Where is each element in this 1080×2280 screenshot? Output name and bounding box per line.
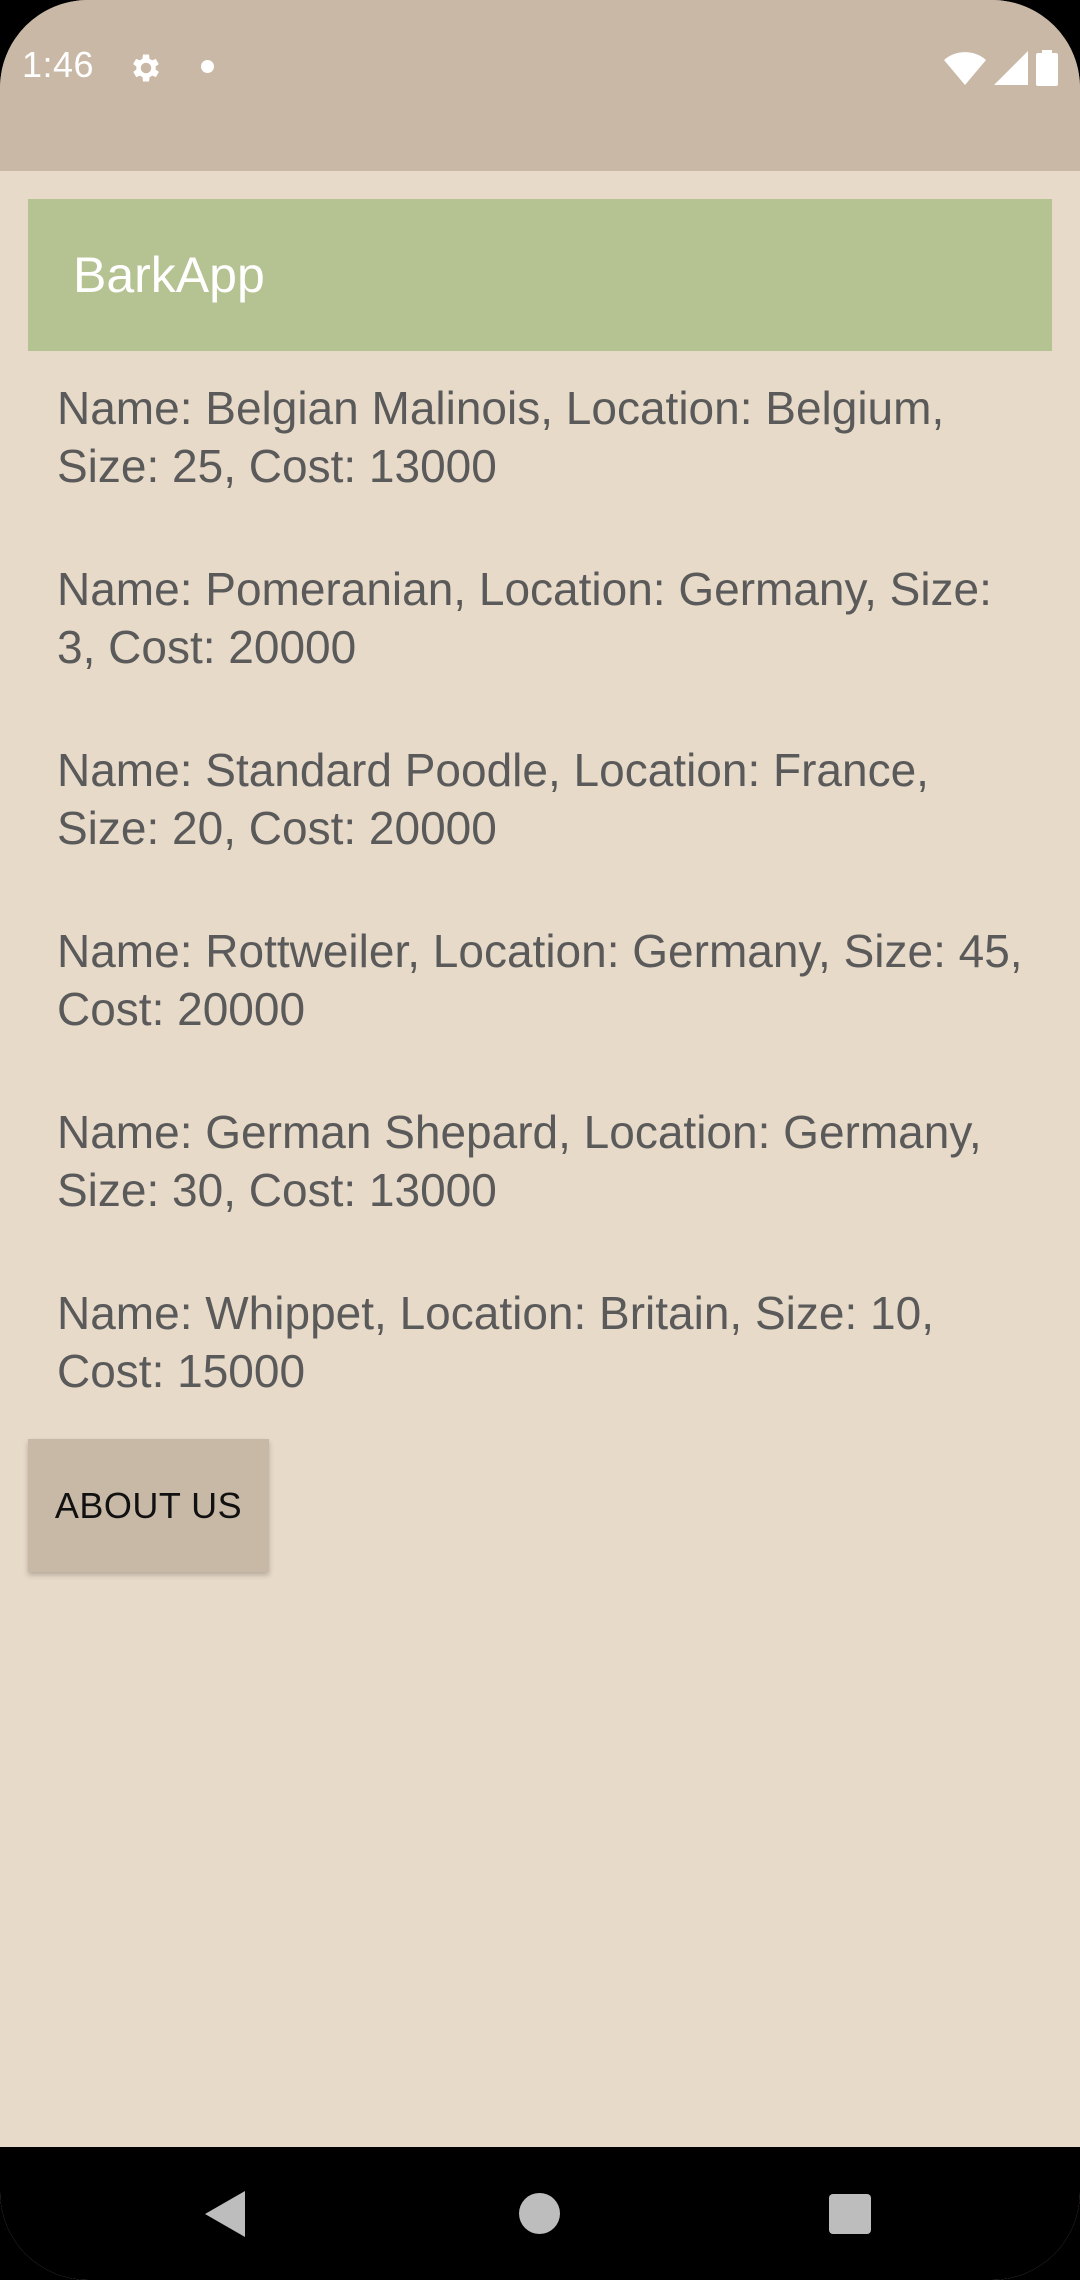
list-item: Name: German Shepard, Location: Germany,… bbox=[57, 1106, 982, 1216]
navigation-bar bbox=[0, 2147, 1080, 2280]
signal-icon bbox=[994, 51, 1028, 85]
app-title: BarkApp bbox=[73, 247, 265, 303]
status-time: 1:46 bbox=[22, 44, 95, 85]
back-icon[interactable] bbox=[205, 2191, 245, 2237]
status-icons bbox=[944, 48, 1058, 88]
app-bar: BarkApp bbox=[28, 199, 1052, 351]
list-item: Name: Standard Poodle, Location: France,… bbox=[57, 744, 929, 854]
home-icon[interactable] bbox=[519, 2193, 560, 2234]
list-item: Name: Whippet, Location: Britain, Size: … bbox=[57, 1287, 934, 1397]
dot-icon bbox=[201, 60, 214, 73]
list-item: Name: Rottweiler, Location: Germany, Siz… bbox=[57, 925, 1023, 1035]
recents-icon[interactable] bbox=[829, 2194, 871, 2234]
about-us-button[interactable]: ABOUT US bbox=[28, 1439, 269, 1572]
gear-icon bbox=[133, 54, 159, 82]
wifi-icon bbox=[944, 52, 986, 85]
list-item: Name: Belgian Malinois, Location: Belgiu… bbox=[57, 382, 945, 492]
battery-icon bbox=[1036, 50, 1058, 86]
list-item: Name: Pomeranian, Location: Germany, Siz… bbox=[57, 563, 992, 673]
phone-screen: 1:46 BarkApp Name: Belgian Malinois, Loc… bbox=[0, 0, 1080, 2280]
status-bar: 1:46 bbox=[0, 0, 1080, 171]
main-content: BarkApp Name: Belgian Malinois, Location… bbox=[0, 171, 1080, 2147]
dog-list: Name: Belgian Malinois, Location: Belgiu… bbox=[57, 379, 1037, 1465]
